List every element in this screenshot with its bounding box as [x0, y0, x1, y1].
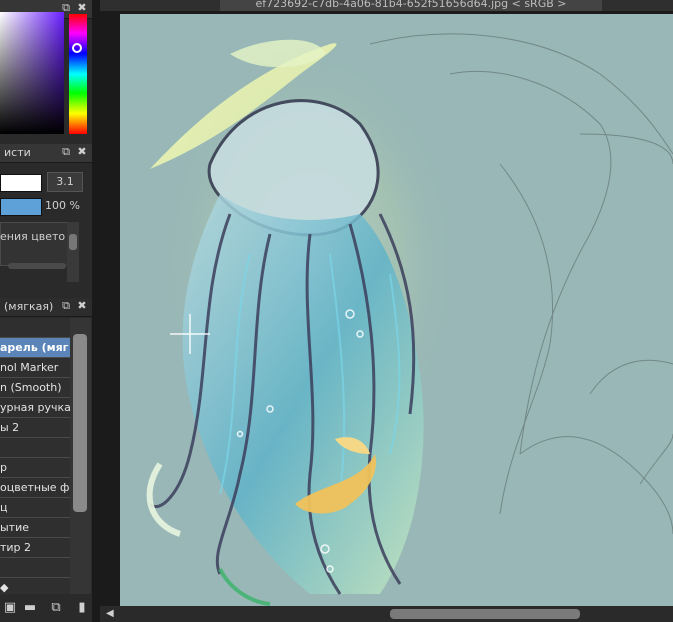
size-slider[interactable] — [0, 174, 42, 192]
blend-mode-label: ения цвето — [0, 230, 66, 243]
props-scrollbar[interactable] — [67, 222, 79, 282]
new-brush-icon[interactable]: ▣ — [0, 598, 20, 618]
close-icon[interactable]: ✖ — [76, 300, 88, 312]
brush-list-item[interactable]: тир 2 — [0, 538, 70, 558]
brush-list: арель (мяг nol Marker n (Smooth) урная ручк… — [0, 318, 70, 594]
popout-icon[interactable]: ⧉ — [60, 300, 72, 312]
panel-divider[interactable] — [92, 0, 100, 622]
drawing-canvas[interactable] — [120, 14, 673, 606]
blend-slider[interactable] — [8, 263, 66, 269]
brush-toolbar: ▣ ▬ ⧉ ▮ — [0, 596, 92, 622]
tail-tip — [218, 568, 271, 606]
color-square[interactable] — [0, 12, 64, 134]
brush-list-header: (мягкая) ⧉ ✖ — [0, 298, 92, 317]
folder-icon[interactable]: ▬ — [20, 598, 40, 618]
document-tabbar: ef723692-c7db-4a06-81b4-652f51656d64.jpg… — [100, 0, 673, 11]
scroll-left-icon[interactable]: ◀ — [106, 608, 114, 619]
horizontal-scrollbar[interactable]: ◀ — [100, 606, 673, 622]
brush-props-title: исти — [4, 146, 31, 159]
brush-list-title: (мягкая) — [4, 300, 54, 313]
brush-list-item[interactable] — [0, 438, 70, 458]
brush-list-item[interactable]: ытие — [0, 518, 70, 538]
popout-icon[interactable]: ⧉ — [60, 146, 72, 158]
brush-list-item[interactable]: ы 2 — [0, 418, 70, 438]
brush-list-item[interactable]: оцветные ф — [0, 478, 70, 498]
brush-list-item[interactable] — [0, 558, 70, 578]
brush-list-item[interactable]: nol Marker — [0, 358, 70, 378]
brush-list-item[interactable] — [0, 318, 70, 338]
brush-list-item[interactable]: урная ручка — [0, 398, 70, 418]
brush-list-item[interactable]: арель (мяг — [0, 338, 70, 358]
brush-list-item[interactable]: ц — [0, 498, 70, 518]
opacity-slider[interactable] — [0, 198, 42, 216]
scroll-thumb[interactable] — [390, 609, 580, 619]
scroll-thumb[interactable] — [73, 334, 87, 512]
tail-curl — [146, 462, 182, 537]
brush-list-item[interactable]: ◆ — [0, 578, 70, 594]
hue-slider[interactable] — [69, 14, 87, 134]
artwork — [146, 33, 673, 606]
brush-props-header: исти ⧉ ✖ — [0, 144, 92, 163]
hue-knob[interactable] — [72, 43, 82, 53]
close-icon[interactable]: ✖ — [76, 146, 88, 158]
brush-list-item[interactable]: р — [0, 458, 70, 478]
brush-list-scrollbar[interactable] — [70, 318, 91, 594]
size-value[interactable]: 3.1 — [47, 172, 83, 192]
brush-list-item[interactable]: n (Smooth) — [0, 378, 70, 398]
close-icon[interactable]: ✖ — [76, 2, 88, 14]
blend-mode-box[interactable] — [0, 222, 68, 266]
copy-icon[interactable]: ⧉ — [46, 598, 66, 618]
vertical-ruler — [100, 11, 118, 606]
document-tab[interactable]: ef723692-c7db-4a06-81b4-652f51656d64.jpg… — [220, 0, 602, 11]
opacity-value: 100 % — [45, 199, 80, 212]
scroll-thumb[interactable] — [69, 234, 77, 250]
settings-icon[interactable]: ▮ — [72, 598, 92, 618]
left-panel: ⧉ ✖ исти ⧉ ✖ 3.1 100 % ения цвето (мягка… — [0, 0, 92, 622]
